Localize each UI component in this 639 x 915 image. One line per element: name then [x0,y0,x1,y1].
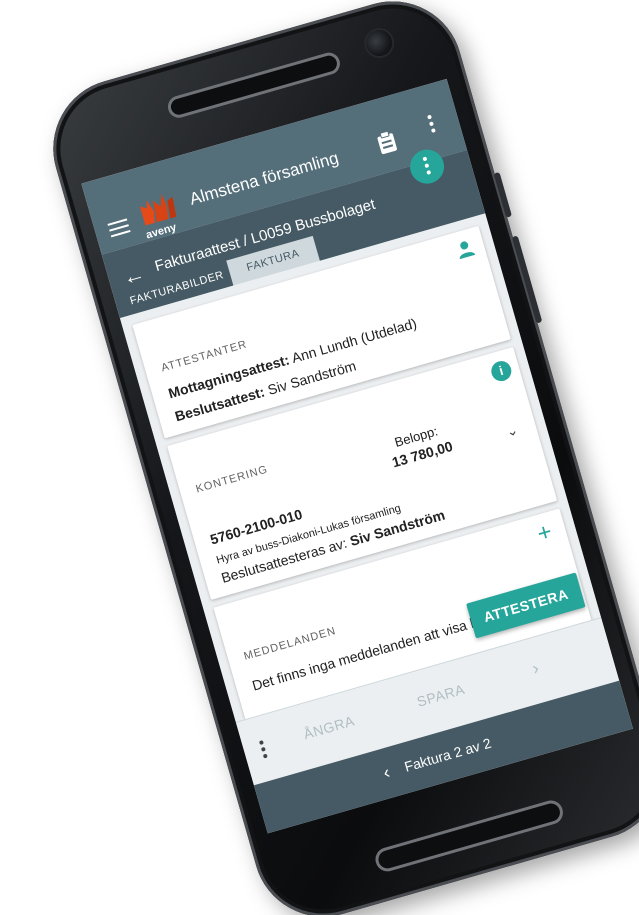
spara-button[interactable]: SPARA [415,681,466,710]
more-vert-icon[interactable] [258,740,269,761]
phone-screen: aveny Almstena församling ← Fakturaattes… [81,78,633,834]
more-vert-icon[interactable] [426,114,438,137]
chevron-left-icon[interactable]: ‹ [381,762,393,784]
clipboard-icon[interactable] [375,130,398,156]
stage: aveny Almstena församling ← Fakturaattes… [0,0,639,915]
chevron-down-icon[interactable]: ⌄ [504,421,520,441]
chevron-right-icon[interactable]: › [530,658,542,680]
pager-label: Faktura 2 av 2 [402,734,493,775]
side-button [493,171,513,218]
side-button [511,235,543,324]
bottom-speaker [372,797,566,875]
person-icon[interactable] [454,238,476,260]
camera-lens [363,26,396,60]
menu-icon[interactable] [107,218,131,238]
mottagningsattest-value: Ann Lundh (Utdelad) [289,314,419,366]
top-speaker [165,50,343,121]
add-icon[interactable]: + [534,518,555,548]
angra-button[interactable]: ÅNGRA [302,712,357,742]
kontering-label: KONTERING [194,463,270,496]
phone-mockup: aveny Almstena församling ← Fakturaattes… [36,0,639,915]
info-icon[interactable]: i [488,358,514,384]
